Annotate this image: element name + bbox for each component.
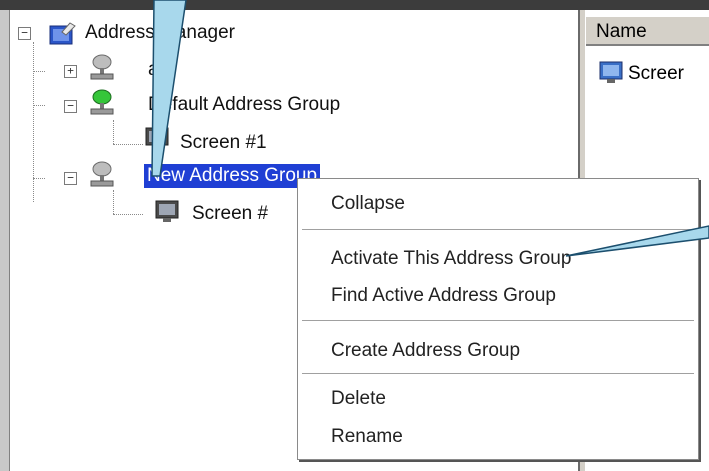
menu-item-delete[interactable]: Delete: [331, 387, 386, 411]
tree-connector: [113, 190, 114, 214]
collapse-icon[interactable]: −: [64, 100, 77, 113]
expand-icon[interactable]: +: [64, 65, 77, 78]
tree-connector: [113, 214, 143, 215]
menu-separator: [302, 320, 694, 322]
tree-connector: [113, 144, 143, 145]
menu-item-rename[interactable]: Rename: [331, 425, 403, 449]
column-header-label: Name: [596, 21, 647, 42]
column-header-name[interactable]: Name: [586, 16, 709, 46]
list-item[interactable]: Screer: [628, 62, 684, 86]
tree-connector: [33, 105, 45, 106]
tree-connector: [33, 71, 45, 72]
menu-separator: [302, 229, 694, 231]
address-book-icon: [49, 22, 76, 45]
monitor-icon: [145, 127, 169, 149]
window-top-border: [0, 0, 709, 10]
window-left-border: [0, 10, 10, 471]
computer-network-active-icon: [90, 89, 114, 115]
collapse-icon[interactable]: −: [64, 172, 77, 185]
tree-node-label-selected[interactable]: New Address Group: [144, 164, 321, 188]
tree-child-label[interactable]: Screen #: [192, 202, 268, 226]
tree-node-label[interactable]: Default Address Group: [148, 93, 340, 117]
tree-node-label[interactable]: a: [148, 58, 159, 82]
tree-root-label[interactable]: Address Manager: [85, 21, 235, 45]
monitor-icon: [599, 61, 623, 83]
menu-item-create-group[interactable]: Create Address Group: [331, 339, 520, 363]
menu-separator: [302, 373, 694, 375]
collapse-icon[interactable]: −: [18, 27, 31, 40]
tree-connector: [113, 120, 114, 144]
tree-connector: [33, 178, 45, 179]
menu-item-collapse[interactable]: Collapse: [331, 192, 405, 216]
monitor-icon: [155, 200, 179, 222]
computer-network-icon: [90, 54, 114, 80]
menu-item-find-active-group[interactable]: Find Active Address Group: [331, 284, 556, 308]
menu-item-activate-group[interactable]: Activate This Address Group: [331, 247, 571, 271]
computer-network-icon: [90, 161, 114, 187]
context-menu[interactable]: Collapse Activate This Address Group Fin…: [297, 178, 699, 460]
tree-child-label[interactable]: Screen #1: [180, 131, 267, 155]
